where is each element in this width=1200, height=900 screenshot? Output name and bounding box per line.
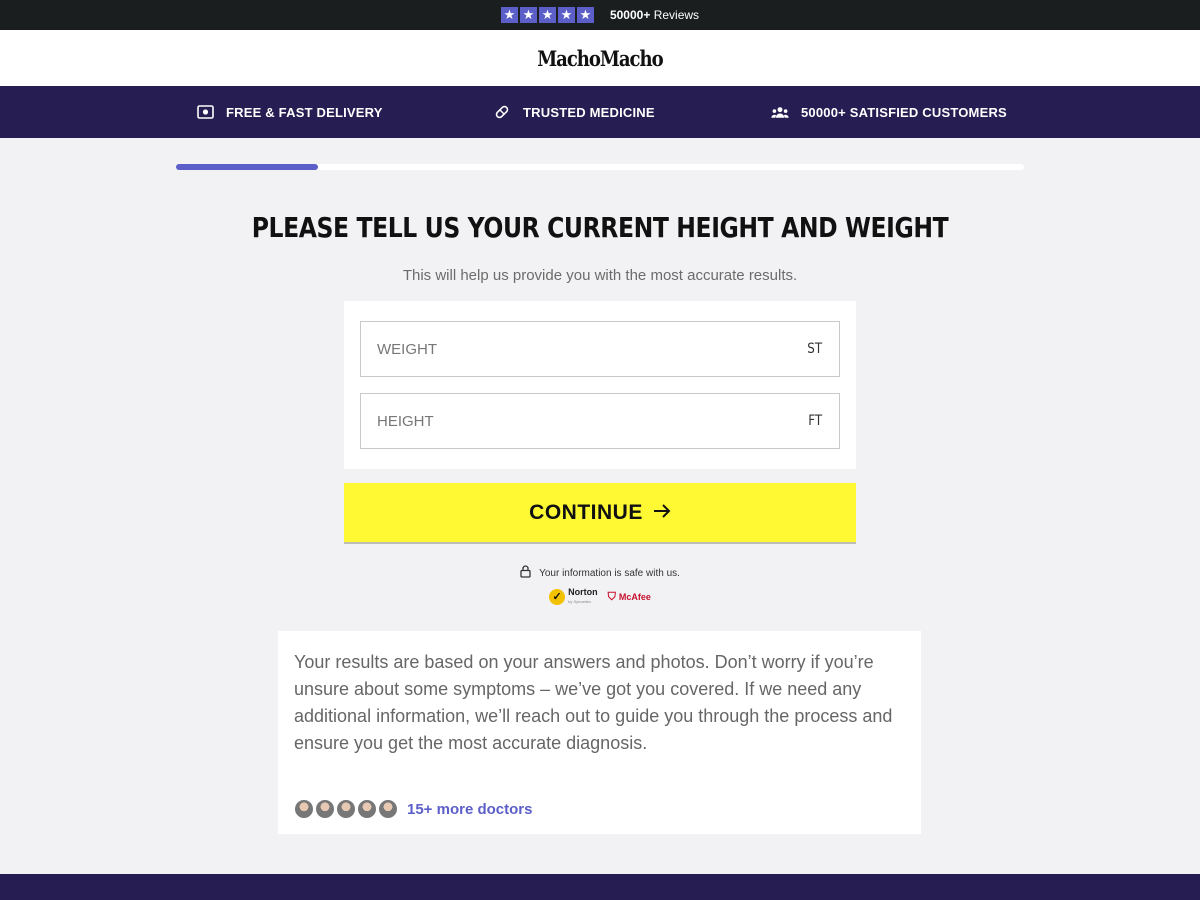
security-note: Your information is safe with us. — [0, 565, 1200, 581]
mcafee-shield-icon: ⛉ — [607, 590, 616, 603]
footer — [0, 874, 1200, 900]
star-icon: ★ — [500, 7, 518, 23]
reviews-summary[interactable]: 50000+ Reviews — [610, 8, 699, 22]
feature-label: FREE & FAST DELIVERY — [226, 104, 383, 120]
people-icon — [771, 103, 789, 121]
feature-label: TRUSTED MEDICINE — [523, 104, 655, 120]
reviews-count: 50000+ — [609, 8, 651, 22]
norton-label: Norton — [568, 587, 598, 597]
doctors-row: 15+ more doctors — [294, 799, 532, 819]
cash-icon — [196, 103, 214, 121]
weight-field[interactable]: ST — [360, 321, 840, 377]
feature-medicine: TRUSTED MEDICINE — [493, 86, 655, 138]
star-icon: ★ — [538, 7, 556, 23]
site-header: MachoMacho — [0, 30, 1200, 86]
avatar — [294, 799, 314, 819]
info-text: Your results are based on your answers a… — [294, 652, 893, 753]
continue-button[interactable]: CONTINUE — [344, 483, 856, 544]
page-title: PLEASE TELL US YOUR CURRENT HEIGHT AND W… — [251, 211, 949, 244]
pill-icon — [493, 103, 511, 121]
weight-input[interactable] — [377, 340, 777, 358]
mcafee-badge: ⛉ McAfee — [608, 591, 651, 604]
quiz-progress-bar — [176, 164, 1024, 170]
avatar — [378, 799, 398, 819]
measurements-form: ST FT — [344, 301, 856, 469]
rating-stars: ★ ★ ★ ★ ★ — [500, 7, 594, 23]
page-subtitle: This will help us provide you with the m… — [402, 267, 798, 284]
feature-delivery: FREE & FAST DELIVERY — [196, 86, 383, 138]
reviews-bar: ★ ★ ★ ★ ★ 50000+ Reviews — [0, 0, 1200, 30]
norton-badge: ✓ Norton by Symantec — [549, 588, 598, 606]
quiz-progress-fill — [176, 164, 318, 170]
avatar — [357, 799, 377, 819]
features-bar: FREE & FAST DELIVERY TRUSTED MEDICINE 50… — [0, 86, 1200, 138]
continue-label: CONTINUE — [529, 500, 643, 524]
star-icon: ★ — [519, 7, 537, 23]
reviews-label: Reviews — [653, 8, 700, 22]
weight-unit-label: ST — [806, 341, 822, 357]
arrow-right-icon — [653, 501, 671, 525]
avatar — [315, 799, 335, 819]
mcafee-label: McAfee — [618, 592, 651, 602]
security-badges: ✓ Norton by Symantec ⛉ McAfee — [0, 588, 1200, 606]
height-input[interactable] — [377, 412, 777, 430]
more-doctors-link[interactable]: 15+ more doctors — [407, 801, 532, 818]
height-field[interactable]: FT — [360, 393, 840, 449]
feature-customers: 50000+ SATISFIED CUSTOMERS — [771, 86, 1007, 138]
height-unit-label: FT — [807, 413, 822, 429]
info-card: Your results are based on your answers a… — [278, 631, 921, 834]
norton-sublabel: by Symantec — [568, 599, 592, 604]
feature-label: 50000+ SATISFIED CUSTOMERS — [801, 104, 1007, 120]
brand-logo[interactable]: MachoMacho — [537, 46, 663, 71]
lock-icon — [520, 565, 531, 581]
star-icon: ★ — [557, 7, 575, 23]
avatar — [336, 799, 356, 819]
security-text: Your information is safe with us. — [539, 567, 680, 579]
star-icon: ★ — [576, 7, 594, 23]
checkmark-icon: ✓ — [549, 589, 566, 605]
